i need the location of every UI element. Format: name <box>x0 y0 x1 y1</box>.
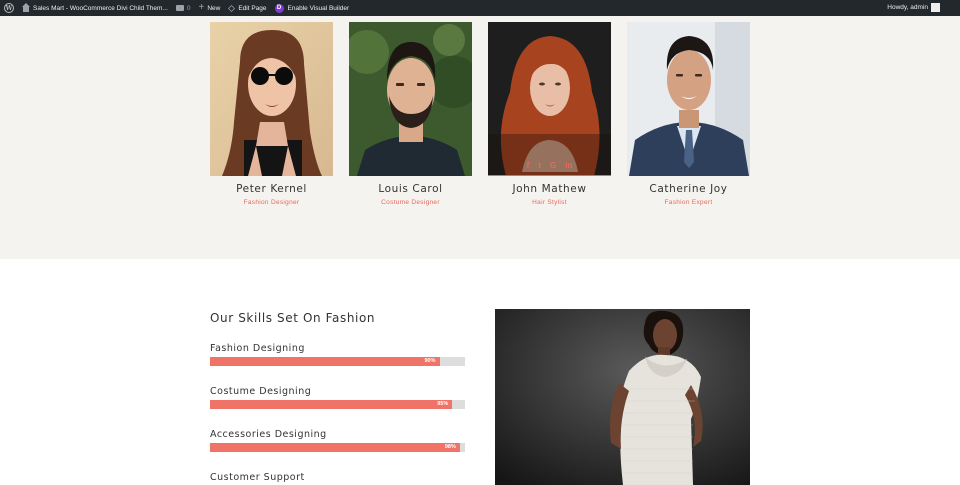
google-plus-icon[interactable]: G <box>550 161 556 170</box>
site-name: Sales Mart - WooCommerce Divi Child Them… <box>33 4 168 12</box>
visual-builder-link[interactable]: D Enable Visual Builder <box>271 0 354 16</box>
team-member-photo <box>349 22 472 176</box>
skill-percent: 90% <box>424 358 436 364</box>
skill-item: Customer Support <box>210 472 465 483</box>
visual-builder-label: Enable Visual Builder <box>287 4 350 12</box>
admin-bar: W Sales Mart - WooCommerce Divi Child Th… <box>0 0 960 16</box>
team-member-role: Hair Stylist <box>532 199 567 206</box>
edit-page-link[interactable]: Edit Page <box>224 0 270 16</box>
skill-bar-fill: 98% <box>210 443 460 452</box>
social-links: f t G in <box>488 161 611 170</box>
team-member-card[interactable]: Peter Kernel Fashion Designer <box>210 22 333 206</box>
skill-label: Accessories Designing <box>210 429 327 440</box>
edit-page-label: Edit Page <box>238 4 267 12</box>
skill-label: Costume Designing <box>210 386 312 397</box>
team-member-name: Louis Carol <box>378 183 443 195</box>
skill-percent: 98% <box>444 444 456 450</box>
team-member-role: Costume Designer <box>381 199 440 206</box>
team-member-photo: f t G in <box>488 22 611 176</box>
facebook-icon[interactable]: f <box>527 161 530 170</box>
comment-bubble-icon <box>175 5 184 11</box>
account-greeting[interactable]: Howdy, admin <box>887 0 928 16</box>
team-member-photo <box>210 22 333 176</box>
skill-label: Fashion Designing <box>210 343 305 354</box>
home-icon <box>22 2 30 12</box>
skill-item: Costume Designing 95% <box>210 386 465 409</box>
team-member-photo <box>627 22 750 176</box>
site-name-link[interactable]: Sales Mart - WooCommerce Divi Child Them… <box>18 0 172 16</box>
skill-bar-fill: 90% <box>210 357 440 366</box>
team-section: Peter Kernel Fashion Designer Louis Caro… <box>0 16 960 259</box>
team-member-role: Fashion Expert <box>664 199 713 206</box>
skill-item: Accessories Designing 98% <box>210 429 465 452</box>
skill-bar-track: 95% <box>210 400 465 409</box>
twitter-icon[interactable]: t <box>538 161 541 170</box>
team-member-name: John Mathew <box>512 183 587 195</box>
skill-percent: 95% <box>437 401 449 407</box>
team-member-card[interactable]: Louis Carol Costume Designer <box>349 22 472 206</box>
divi-logo-icon: D <box>274 3 284 13</box>
wordpress-logo-icon[interactable]: W <box>4 3 14 13</box>
linkedin-icon[interactable]: in <box>565 161 572 170</box>
skill-item: Fashion Designing 90% <box>210 343 465 366</box>
team-member-name: Catherine Joy <box>649 183 728 195</box>
team-member-card[interactable]: Catherine Joy Fashion Expert <box>627 22 750 206</box>
skill-bar-track: 98% <box>210 443 465 452</box>
skill-label: Customer Support <box>210 472 305 483</box>
pencil-icon <box>228 4 236 12</box>
comments-link[interactable]: 0 <box>172 0 195 16</box>
team-member-card[interactable]: f t G in John Mathew Hair Stylist <box>488 22 611 206</box>
skill-bar-fill: 95% <box>210 400 453 409</box>
skills-title: Our Skills Set On Fashion <box>210 311 376 325</box>
plus-icon: + <box>198 2 205 13</box>
feature-image <box>495 309 750 485</box>
avatar[interactable] <box>931 3 940 12</box>
team-member-role: Fashion Designer <box>243 199 300 206</box>
skill-bar-track: 90% <box>210 357 465 366</box>
new-content-link[interactable]: + New <box>194 0 224 16</box>
hover-underline <box>488 174 611 176</box>
team-member-name: Peter Kernel <box>236 183 307 195</box>
new-label: New <box>207 4 221 12</box>
comments-count: 0 <box>186 4 191 12</box>
